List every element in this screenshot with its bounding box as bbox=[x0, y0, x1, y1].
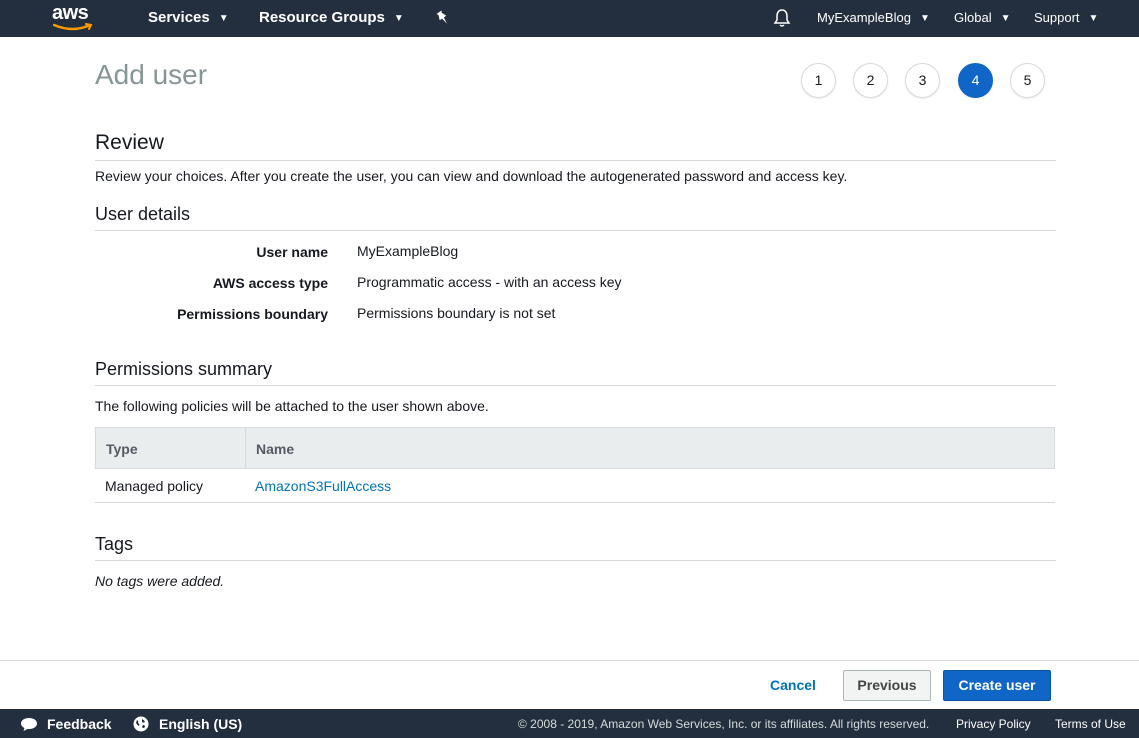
permissions-summary-heading: Permissions summary bbox=[95, 359, 273, 379]
step-3[interactable]: 3 bbox=[905, 63, 940, 98]
review-heading: Review bbox=[95, 131, 164, 154]
no-tags-text: No tags were added. bbox=[95, 573, 225, 589]
resource-groups-menu[interactable]: Resource Groups ▼ bbox=[259, 0, 404, 37]
divider bbox=[95, 560, 1056, 561]
language-selector[interactable]: English (US) bbox=[159, 709, 242, 738]
policy-name-link[interactable]: AmazonS3FullAccess bbox=[245, 469, 391, 503]
permissions-description: The following policies will be attached … bbox=[95, 398, 489, 414]
tags-heading: Tags bbox=[95, 534, 134, 554]
divider bbox=[95, 385, 1056, 386]
chevron-down-icon: ▼ bbox=[919, 13, 930, 24]
create-user-button[interactable]: Create user bbox=[943, 670, 1051, 701]
privacy-policy-link[interactable]: Privacy Policy bbox=[956, 709, 1031, 738]
chevron-down-icon: ▼ bbox=[218, 13, 229, 24]
bell-icon[interactable] bbox=[772, 8, 792, 28]
top-navigation-bar: aws Services ▼ Resource Groups ▼ MyExample… bbox=[0, 0, 1139, 37]
column-header-name: Name bbox=[256, 441, 295, 457]
divider bbox=[95, 160, 1056, 161]
column-header-type: Type bbox=[96, 428, 246, 468]
user-name-value: MyExampleBlog bbox=[357, 243, 459, 259]
globe-icon bbox=[133, 716, 149, 732]
account-menu[interactable]: MyExampleBlog ▼ bbox=[817, 0, 930, 37]
pin-icon[interactable] bbox=[434, 9, 452, 27]
account-label: MyExampleBlog bbox=[817, 10, 911, 25]
aws-smile-icon bbox=[53, 23, 93, 31]
user-name-label: User name bbox=[256, 244, 328, 260]
review-description: Review your choices. After you create th… bbox=[95, 168, 848, 184]
wizard-action-bar: Cancel Previous Create user bbox=[0, 660, 1139, 709]
aws-logo[interactable]: aws bbox=[52, 2, 96, 34]
aws-logo-text: aws bbox=[52, 2, 89, 24]
divider bbox=[95, 230, 1056, 231]
access-type-value: Programmatic access - with an access key bbox=[357, 274, 622, 290]
copyright-text: © 2008 - 2019, Amazon Web Services, Inc.… bbox=[518, 717, 930, 731]
feedback-icon bbox=[21, 718, 37, 731]
chevron-down-icon: ▼ bbox=[1088, 13, 1099, 24]
services-menu[interactable]: Services ▼ bbox=[148, 0, 229, 37]
step-4-active[interactable]: 4 bbox=[958, 63, 993, 98]
chevron-down-icon: ▼ bbox=[1000, 13, 1011, 24]
feedback-link[interactable]: Feedback bbox=[47, 709, 112, 738]
cancel-button[interactable]: Cancel bbox=[770, 677, 816, 693]
access-type-label: AWS access type bbox=[212, 275, 328, 291]
permissions-table: Type Name Managed policy AmazonS3FullAcc… bbox=[95, 427, 1055, 503]
page-title: Add user bbox=[95, 59, 208, 90]
support-label: Support bbox=[1034, 10, 1080, 25]
user-details-heading: User details bbox=[95, 204, 191, 224]
permissions-boundary-label: Permissions boundary bbox=[177, 306, 328, 322]
permissions-boundary-value: Permissions boundary is not set bbox=[357, 305, 556, 321]
table-header: Type Name bbox=[95, 427, 1055, 469]
previous-button[interactable]: Previous bbox=[843, 670, 931, 701]
console-footer: Feedback English (US) © 2008 - 2019, Ama… bbox=[0, 709, 1139, 738]
region-label: Global bbox=[954, 10, 992, 25]
step-5[interactable]: 5 bbox=[1010, 63, 1045, 98]
resource-groups-label: Resource Groups bbox=[259, 9, 385, 26]
policy-type-cell: Managed policy bbox=[105, 478, 204, 494]
support-menu[interactable]: Support ▼ bbox=[1034, 0, 1098, 37]
step-2[interactable]: 2 bbox=[853, 63, 888, 98]
services-label: Services bbox=[148, 9, 210, 26]
region-menu[interactable]: Global ▼ bbox=[954, 0, 1010, 37]
chevron-down-icon: ▼ bbox=[393, 13, 404, 24]
table-row: Managed policy AmazonS3FullAccess bbox=[95, 469, 1055, 503]
step-1[interactable]: 1 bbox=[801, 63, 836, 98]
terms-of-use-link[interactable]: Terms of Use bbox=[1055, 709, 1126, 738]
